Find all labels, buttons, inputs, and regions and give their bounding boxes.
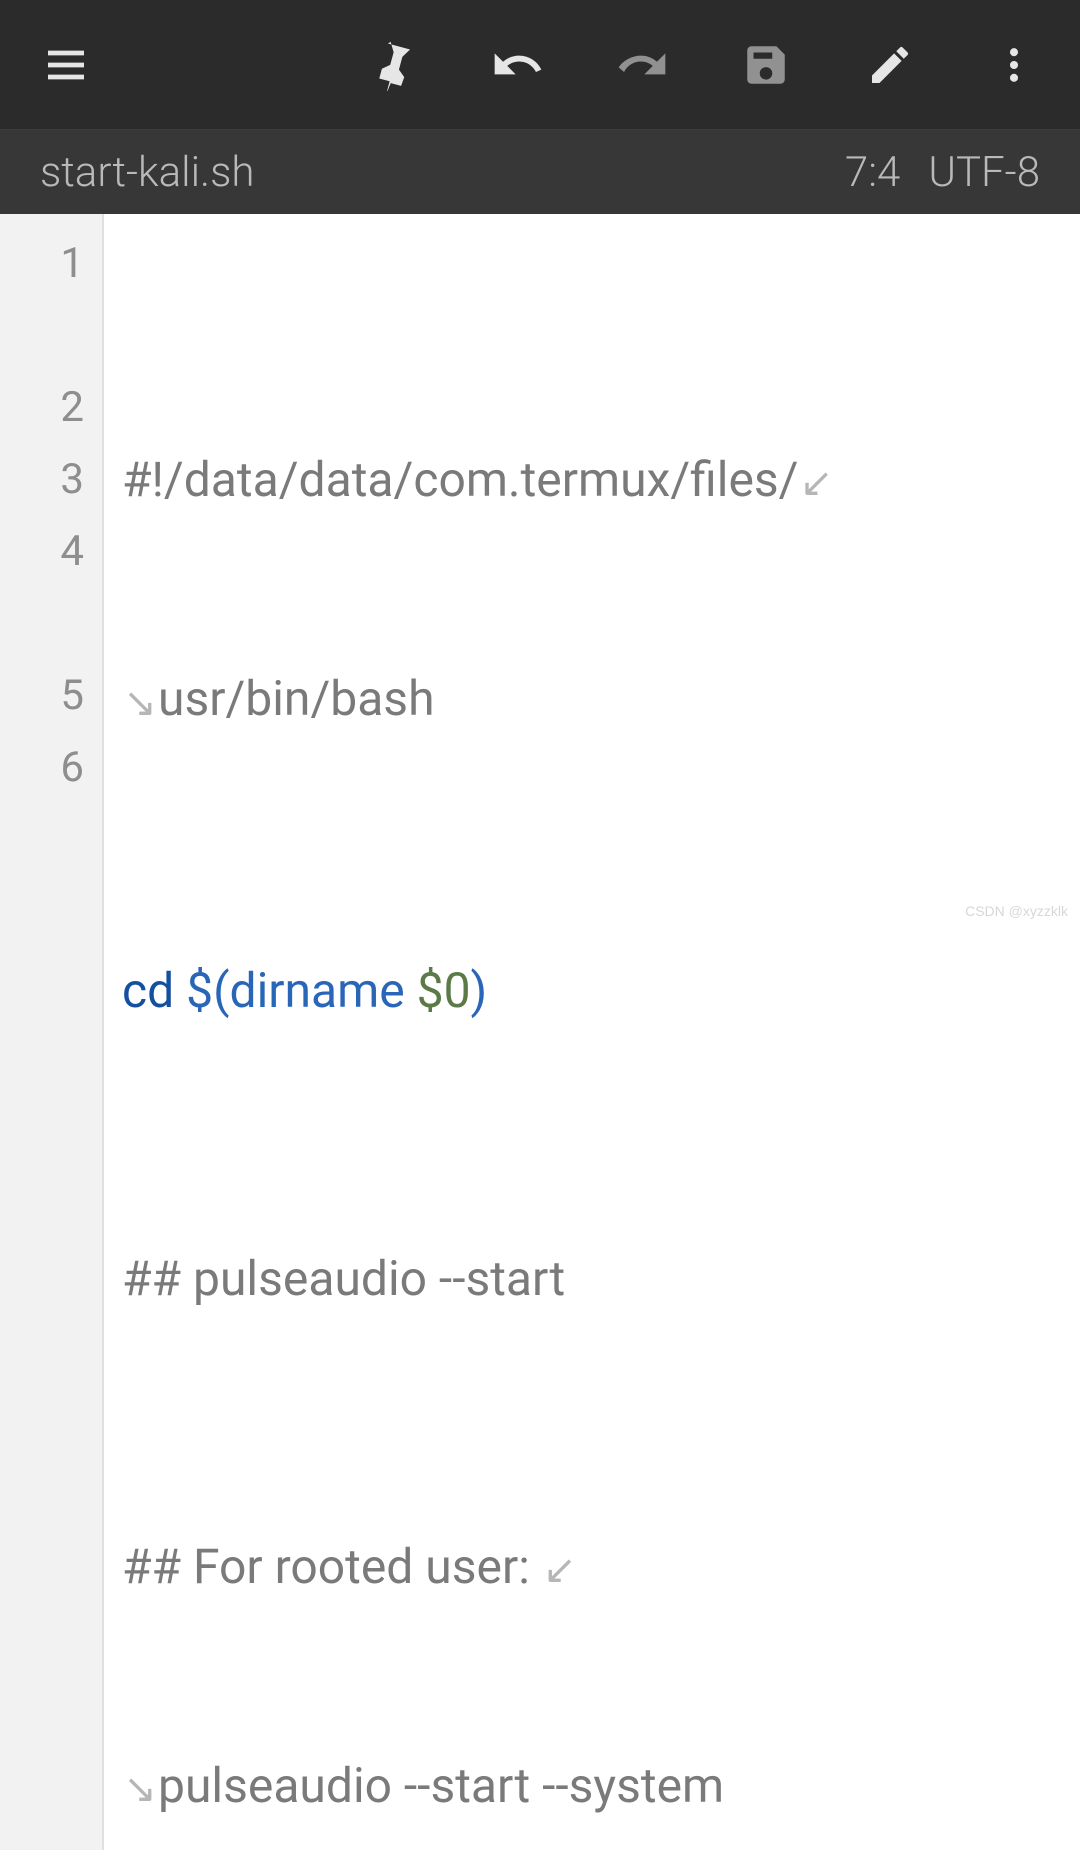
code-line-cont[interactable]: ↘usr/bin/bash [122, 663, 1066, 738]
wrap-cont-icon: ↘ [122, 1753, 158, 1825]
code-text: ## pulseaudio --start [122, 1250, 565, 1307]
code-var: $0 [417, 962, 471, 1019]
line-number: 2 [0, 372, 84, 444]
line-number: 3 [0, 444, 84, 516]
encoding-indicator[interactable]: UTF-8 [928, 148, 1040, 197]
save-icon [741, 40, 791, 90]
menu-icon [42, 41, 90, 89]
wrap-down-icon: ↙ [542, 1534, 578, 1606]
save-button[interactable] [736, 35, 796, 95]
menu-button[interactable] [36, 35, 96, 95]
redo-button[interactable] [612, 35, 672, 95]
watermark: CSDN @xyzzklk [965, 903, 1068, 919]
line-number: 5 [0, 660, 84, 732]
cursor-position: 7:4 [845, 148, 900, 197]
code-text: #!/data/data/com.termux/files/ [122, 451, 798, 508]
line-number: 1 [0, 228, 84, 300]
code-expand: ) [471, 962, 488, 1019]
code-text: ## For rooted user: [122, 1538, 542, 1595]
more-icon [992, 43, 1036, 87]
code-line[interactable]: #!/data/data/com.termux/files/↙ [122, 444, 1066, 519]
status-bar: start-kali.sh 7:4 UTF-8 [0, 130, 1080, 214]
wrap-cont-icon: ↘ [122, 667, 158, 739]
code-area[interactable]: #!/data/data/com.termux/files/↙ ↘usr/bin… [104, 214, 1080, 1850]
edit-button[interactable] [860, 35, 920, 95]
pin-icon [368, 39, 420, 91]
code-text: pulseaudio --start --system [158, 1757, 724, 1814]
code-keyword: cd [122, 962, 174, 1019]
toolbar [0, 0, 1080, 130]
undo-icon [490, 37, 546, 93]
line-number: 6 [0, 732, 84, 804]
code-line[interactable]: ## pulseaudio --start [122, 1243, 1066, 1315]
redo-icon [614, 37, 670, 93]
code-line[interactable]: cd $(dirname $0) [122, 955, 1066, 1027]
edit-icon [866, 41, 914, 89]
code-expand: $( [186, 962, 229, 1019]
code-func: dirname [230, 962, 405, 1019]
editor[interactable]: 1 2 3 4 5 6 #!/data/data/com.termux/file… [0, 214, 1080, 1850]
pin-button[interactable] [364, 35, 424, 95]
undo-button[interactable] [488, 35, 548, 95]
code-line[interactable]: ## For rooted user: ↙ [122, 1531, 1066, 1606]
line-number: 4 [0, 516, 84, 588]
wrap-down-icon: ↙ [798, 447, 834, 519]
more-button[interactable] [984, 35, 1044, 95]
line-gutter: 1 2 3 4 5 6 [0, 214, 104, 1850]
code-text: usr/bin/bash [158, 670, 435, 727]
code-line-cont[interactable]: ↘pulseaudio --start --system [122, 1750, 1066, 1825]
status-filename[interactable]: start-kali.sh [40, 148, 845, 197]
